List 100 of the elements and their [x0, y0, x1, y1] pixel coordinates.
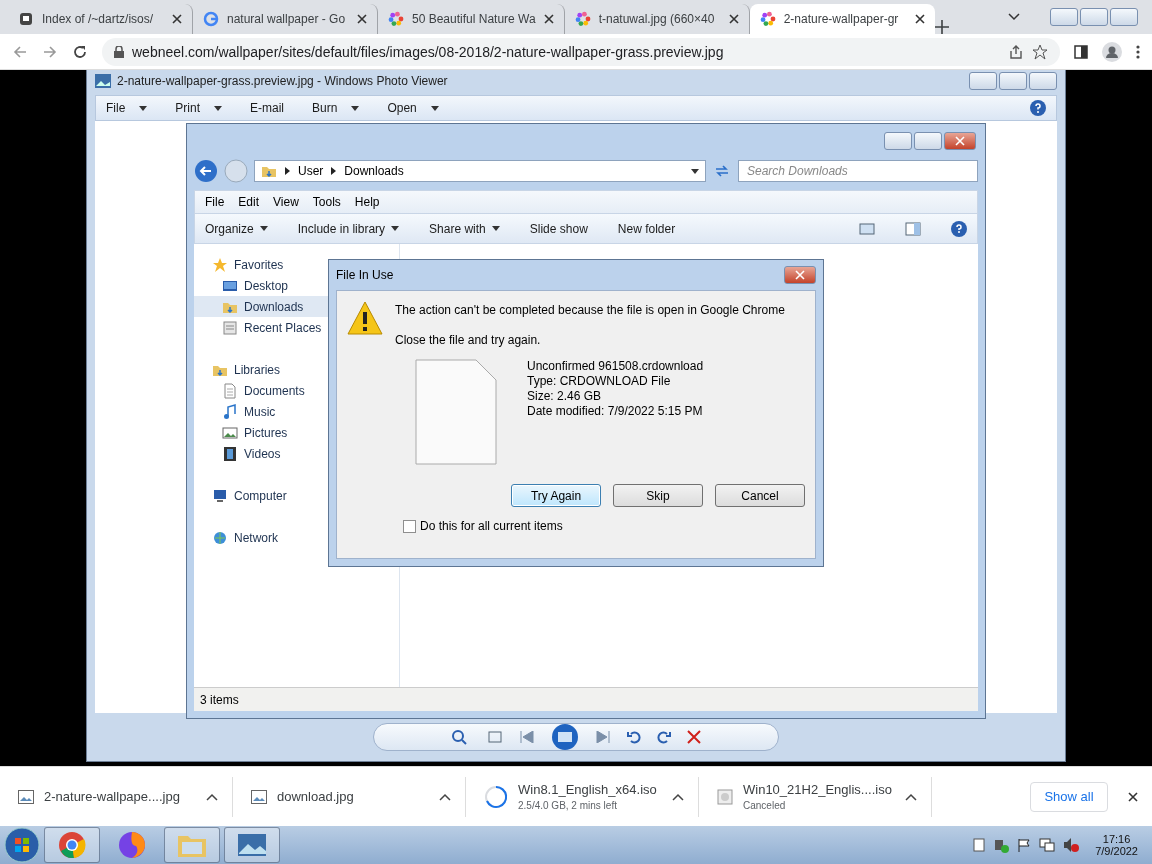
file-icon: [415, 359, 497, 465]
help-icon[interactable]: [1030, 100, 1046, 116]
chrome-taskbar-button[interactable]: [44, 827, 100, 863]
menu-item[interactable]: Edit: [238, 195, 260, 209]
previous-icon[interactable]: [519, 731, 535, 743]
help-icon[interactable]: [951, 220, 967, 237]
command-button[interactable]: Include in library: [297, 221, 400, 236]
command-button[interactable]: New folder: [617, 221, 676, 236]
breadcrumb-item[interactable]: User: [298, 164, 324, 178]
chevron-up-icon[interactable]: [439, 792, 451, 801]
menu-item[interactable]: Open: [387, 101, 449, 115]
chevron-down-icon[interactable]: [1008, 13, 1020, 21]
profile-icon[interactable]: [1102, 41, 1122, 62]
dialog-button[interactable]: Skip: [613, 484, 703, 507]
file-name: Win10_21H2_Englis....iso: [743, 782, 893, 797]
checkbox[interactable]: [403, 519, 416, 533]
command-button[interactable]: Slide show: [529, 221, 588, 236]
close-icon[interactable]: [1128, 791, 1138, 802]
menu-item[interactable]: File: [106, 101, 158, 115]
command-button[interactable]: Share with: [429, 221, 500, 236]
network-icon: [212, 529, 228, 546]
share-icon[interactable]: [1008, 43, 1024, 60]
search-field[interactable]: Search Downloads: [738, 160, 978, 182]
disc-file-icon: [717, 788, 733, 805]
rotate-left-icon[interactable]: [627, 730, 641, 744]
menu-item[interactable]: Help: [354, 195, 380, 209]
download-item[interactable]: 2-nature-wallpape....jpg: [0, 776, 233, 817]
dialog-button[interactable]: Try Again: [511, 484, 601, 507]
show-all-button[interactable]: Show all: [1030, 781, 1108, 812]
sidebar-item[interactable]: Computer: [194, 485, 399, 506]
close-icon[interactable]: [172, 14, 182, 24]
forward-icon[interactable]: [42, 43, 58, 60]
close-button[interactable]: [1110, 8, 1138, 26]
menu-item[interactable]: E-mail: [250, 101, 295, 115]
file-detail: Type: CRDOWNLOAD File: [527, 374, 672, 389]
clock[interactable]: 17:16 7/9/2022: [1087, 833, 1138, 857]
close-icon[interactable]: [914, 14, 925, 24]
download-item[interactable]: Win8.1_English_x64.iso 2.5/4.0 GB, 2 mins left: [466, 776, 699, 817]
download-item[interactable]: Win10_21H2_Englis....iso Canceled: [699, 776, 932, 817]
back-icon[interactable]: [194, 159, 218, 183]
address-field[interactable]: User Downloads: [254, 160, 706, 182]
new-tab-icon[interactable]: [934, 20, 949, 34]
sidebar-item[interactable]: Documents: [194, 380, 399, 401]
next-icon[interactable]: [595, 731, 611, 743]
reload-icon[interactable]: [72, 43, 88, 60]
close-button[interactable]: [1029, 72, 1057, 90]
browser-tab[interactable]: 2-nature-wallpaper-gr: [749, 4, 935, 34]
flower-icon: [388, 11, 404, 27]
restore-button[interactable]: [1080, 8, 1108, 26]
breadcrumb-item[interactable]: Downloads: [344, 164, 404, 178]
explorer-taskbar-button[interactable]: [164, 827, 220, 863]
chevron-up-icon[interactable]: [905, 792, 917, 801]
close-button[interactable]: [944, 132, 976, 150]
tab-title: natural wallpaper - Go: [227, 12, 347, 26]
chrome-icon: [58, 831, 86, 859]
muted-speaker-icon[interactable]: [1063, 837, 1080, 853]
sidebar-item[interactable]: Videos: [194, 443, 399, 464]
close-icon[interactable]: [543, 14, 554, 24]
menu-item[interactable]: View: [273, 195, 299, 209]
minimize-button[interactable]: [969, 72, 997, 90]
menu-item[interactable]: Tools: [312, 195, 341, 209]
menu-icon[interactable]: [1136, 43, 1140, 60]
chevron-up-icon[interactable]: [672, 792, 684, 801]
address-bar[interactable]: webneel.com/wallpaper/sites/default/files/images/08-2018/2-nature-wallpaper-grass.preview.jpg: [102, 37, 1060, 66]
start-button[interactable]: [4, 827, 40, 863]
document-icon: [222, 382, 238, 399]
download-item[interactable]: download.jpg: [233, 776, 466, 817]
url-text: webneel.com/wallpaper/sites/default/files/images/08-2018/2-nature-wallpaper-grass.preview.jpg: [132, 43, 725, 60]
download-status: 2.5/4.0 GB, 2 mins left: [518, 800, 618, 811]
sidebar-item[interactable]: Libraries: [194, 359, 399, 380]
minimize-button[interactable]: [884, 132, 912, 150]
side-panel-icon[interactable]: [1074, 44, 1088, 59]
menu-item[interactable]: Print: [175, 101, 233, 115]
dialog-button[interactable]: Cancel: [715, 484, 805, 507]
star-icon[interactable]: [1032, 43, 1048, 60]
close-button[interactable]: [784, 266, 816, 284]
rotate-right-icon[interactable]: [657, 730, 671, 744]
caret-icon: [139, 105, 148, 111]
sidebar-item[interactable]: Music: [194, 401, 399, 422]
close-icon[interactable]: [357, 14, 367, 24]
network-icon[interactable]: [1039, 837, 1056, 853]
chevron-up-icon[interactable]: [206, 792, 218, 801]
maximize-button[interactable]: [999, 72, 1027, 90]
tab-title: 50 Beautiful Nature Wa: [412, 12, 536, 26]
back-icon[interactable]: [12, 43, 28, 60]
flag-icon[interactable]: [1017, 838, 1032, 852]
sidebar-item[interactable]: Pictures: [194, 422, 399, 443]
maximize-button[interactable]: [914, 132, 942, 150]
delete-icon[interactable]: [687, 730, 701, 744]
music-icon: [222, 403, 238, 420]
menu-item[interactable]: Burn: [312, 101, 370, 115]
command-button[interactable]: Organize: [205, 221, 268, 236]
slideshow-icon[interactable]: [551, 723, 579, 751]
file-detail: Unconfirmed 961508.crdownload: [527, 359, 704, 374]
menu-item[interactable]: File: [205, 195, 225, 209]
caret-icon: [391, 226, 400, 231]
sidebar-item[interactable]: Network: [194, 527, 399, 548]
minimize-button[interactable]: [1050, 8, 1078, 26]
photo-viewer-taskbar-button[interactable]: [224, 827, 280, 863]
close-icon[interactable]: [728, 14, 739, 24]
